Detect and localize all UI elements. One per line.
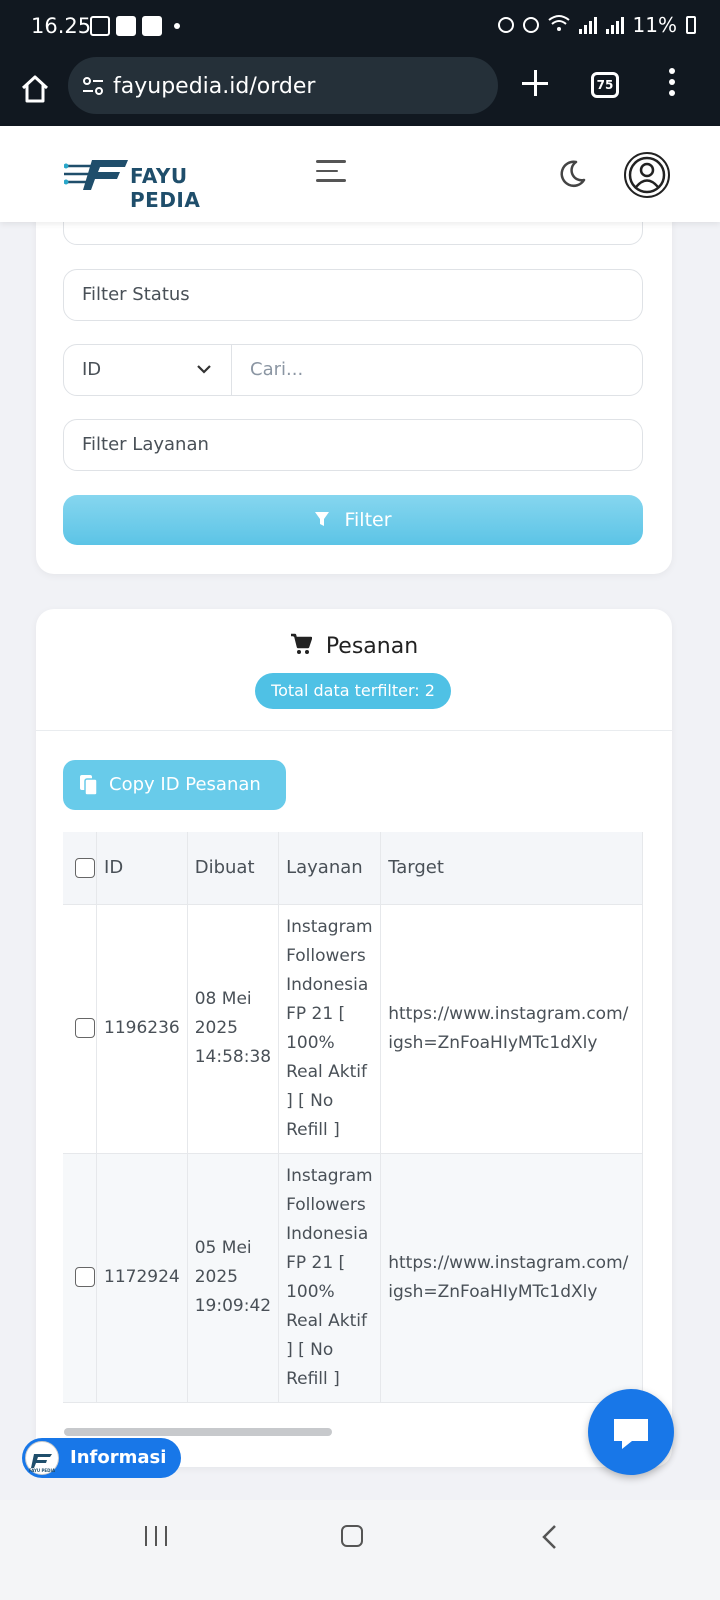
column-header-dibuat[interactable]: Dibuat bbox=[187, 832, 280, 905]
order-target-query: igsh=ZnFoaHIyMTc1dXly bbox=[388, 1032, 598, 1053]
sidebar-toggle-button[interactable] bbox=[316, 160, 346, 186]
filter-card: 2025 Filter Status ID Cari... Filter Lay… bbox=[36, 190, 672, 574]
status-bar: 16.25 11% bbox=[0, 0, 720, 52]
order-target-url: https://www.instagram.com/ bbox=[388, 1252, 629, 1273]
table-row: 1172924 05 Mei 2025 19:09:42 Instagram F… bbox=[63, 1153, 643, 1403]
address-bar[interactable]: fayupedia.id/order bbox=[68, 57, 498, 114]
chevron-down-icon bbox=[197, 365, 211, 374]
chat-icon bbox=[614, 1419, 648, 1449]
home-button[interactable] bbox=[341, 1525, 363, 1547]
info-logo-text: FAYU PEDIA bbox=[29, 1468, 56, 1473]
filter-button[interactable]: Filter bbox=[63, 495, 643, 545]
table-horizontal-scrollbar[interactable] bbox=[64, 1428, 332, 1436]
search-group: ID Cari... bbox=[63, 344, 643, 396]
alarm-icon bbox=[522, 17, 539, 33]
logo-mark-icon bbox=[63, 160, 128, 190]
cart-icon bbox=[290, 633, 312, 654]
orders-table-container[interactable]: ID Dibuat Layanan Target 1196236 08 Mei … bbox=[63, 832, 643, 1403]
notification-icons bbox=[90, 16, 180, 36]
clock: 16.25 bbox=[31, 14, 92, 38]
signal-1-icon bbox=[578, 16, 597, 34]
column-header-target[interactable]: Target bbox=[380, 832, 643, 905]
order-service-cell: Instagram Followers Indonesia FP 21 [ 10… bbox=[278, 904, 382, 1154]
filtered-count-badge: Total data terfilter: 2 bbox=[255, 673, 451, 709]
battery-percent: 11% bbox=[632, 13, 677, 37]
logo-text: FAYU PEDIA bbox=[130, 164, 201, 212]
row-select-cell bbox=[63, 1153, 98, 1403]
user-icon bbox=[628, 156, 666, 194]
order-target-cell: https://www.instagram.com/igsh=ZnFoaHIyM… bbox=[380, 1153, 643, 1403]
tab-switcher-button[interactable]: 75 bbox=[591, 72, 619, 98]
site-header: FAYU PEDIA bbox=[0, 126, 720, 222]
fayu-pedia-logo-icon: FAYU PEDIA bbox=[25, 1441, 59, 1475]
copy-icon bbox=[80, 775, 98, 796]
chat-button[interactable] bbox=[588, 1389, 674, 1475]
copy-button-label: Copy ID Pesanan bbox=[109, 774, 261, 795]
orders-title: Pesanan bbox=[36, 633, 672, 659]
new-tab-button[interactable] bbox=[518, 66, 552, 100]
wifi-icon bbox=[547, 13, 570, 37]
browser-menu-button[interactable] bbox=[665, 68, 679, 102]
user-avatar-button[interactable] bbox=[624, 152, 670, 198]
informasi-label: Informasi bbox=[70, 1447, 167, 1468]
facebook-page-icon bbox=[142, 16, 162, 36]
browser-toolbar: fayupedia.id/order 75 bbox=[0, 52, 720, 126]
search-input[interactable]: Cari... bbox=[250, 345, 303, 395]
column-header-id[interactable]: ID bbox=[96, 832, 188, 905]
row-checkbox[interactable] bbox=[75, 1267, 95, 1287]
funnel-icon bbox=[315, 512, 330, 526]
orders-card: Pesanan Total data terfilter: 2 Copy ID … bbox=[36, 609, 672, 1467]
orders-table: ID Dibuat Layanan Target 1196236 08 Mei … bbox=[63, 832, 643, 1403]
lock-icon bbox=[497, 17, 514, 33]
browser-home-button[interactable] bbox=[18, 72, 52, 106]
site-settings-icon[interactable] bbox=[82, 76, 104, 96]
back-button[interactable] bbox=[540, 1524, 560, 1550]
order-target-url: https://www.instagram.com/ bbox=[388, 1003, 629, 1024]
row-checkbox[interactable] bbox=[75, 1018, 95, 1038]
table-row: 1196236 08 Mei 2025 14:58:38 Instagram F… bbox=[63, 904, 643, 1154]
table-header-row: ID Dibuat Layanan Target bbox=[63, 832, 643, 905]
system-icons: 11% bbox=[497, 13, 696, 37]
search-field-value: ID bbox=[82, 359, 102, 380]
orders-title-text: Pesanan bbox=[325, 634, 419, 659]
copy-order-id-button[interactable]: Copy ID Pesanan bbox=[63, 760, 286, 810]
site-logo[interactable]: FAYU PEDIA bbox=[63, 156, 254, 212]
battery-icon bbox=[686, 16, 696, 34]
recent-apps-button[interactable] bbox=[145, 1526, 167, 1546]
informasi-button[interactable]: FAYU PEDIA Informasi bbox=[22, 1438, 181, 1478]
back-icon bbox=[542, 1525, 556, 1549]
gallery-icon bbox=[90, 16, 110, 36]
select-all-cell bbox=[63, 832, 98, 905]
url-text: fayupedia.id/order bbox=[113, 74, 316, 99]
home-icon bbox=[21, 75, 49, 103]
layanan-filter-select[interactable]: Filter Layanan bbox=[63, 419, 643, 471]
order-id-cell: 1196236 bbox=[96, 904, 188, 1154]
select-all-checkbox[interactable] bbox=[75, 858, 95, 879]
order-date-cell: 05 Mei 2025 19:09:42 bbox=[187, 1153, 280, 1403]
status-filter-select[interactable]: Filter Status bbox=[63, 269, 643, 321]
dark-mode-toggle[interactable] bbox=[556, 158, 588, 190]
column-header-layanan[interactable]: Layanan bbox=[278, 832, 382, 905]
row-select-cell bbox=[63, 904, 98, 1154]
signal-2-icon bbox=[605, 16, 624, 34]
order-service-cell: Instagram Followers Indonesia FP 21 [ 10… bbox=[278, 1153, 382, 1403]
card-divider bbox=[36, 730, 672, 731]
order-target-query: igsh=ZnFoaHIyMTc1dXly bbox=[388, 1281, 598, 1302]
filter-button-label: Filter bbox=[344, 509, 392, 531]
more-notifications-icon bbox=[174, 23, 180, 29]
system-nav-bar bbox=[0, 1500, 720, 1600]
facebook-icon bbox=[116, 16, 136, 36]
order-id-cell: 1172924 bbox=[96, 1153, 188, 1403]
order-date-cell: 08 Mei 2025 14:58:38 bbox=[187, 904, 280, 1154]
moon-icon bbox=[560, 160, 586, 187]
order-target-cell: https://www.instagram.com/igsh=ZnFoaHIyM… bbox=[380, 904, 643, 1154]
